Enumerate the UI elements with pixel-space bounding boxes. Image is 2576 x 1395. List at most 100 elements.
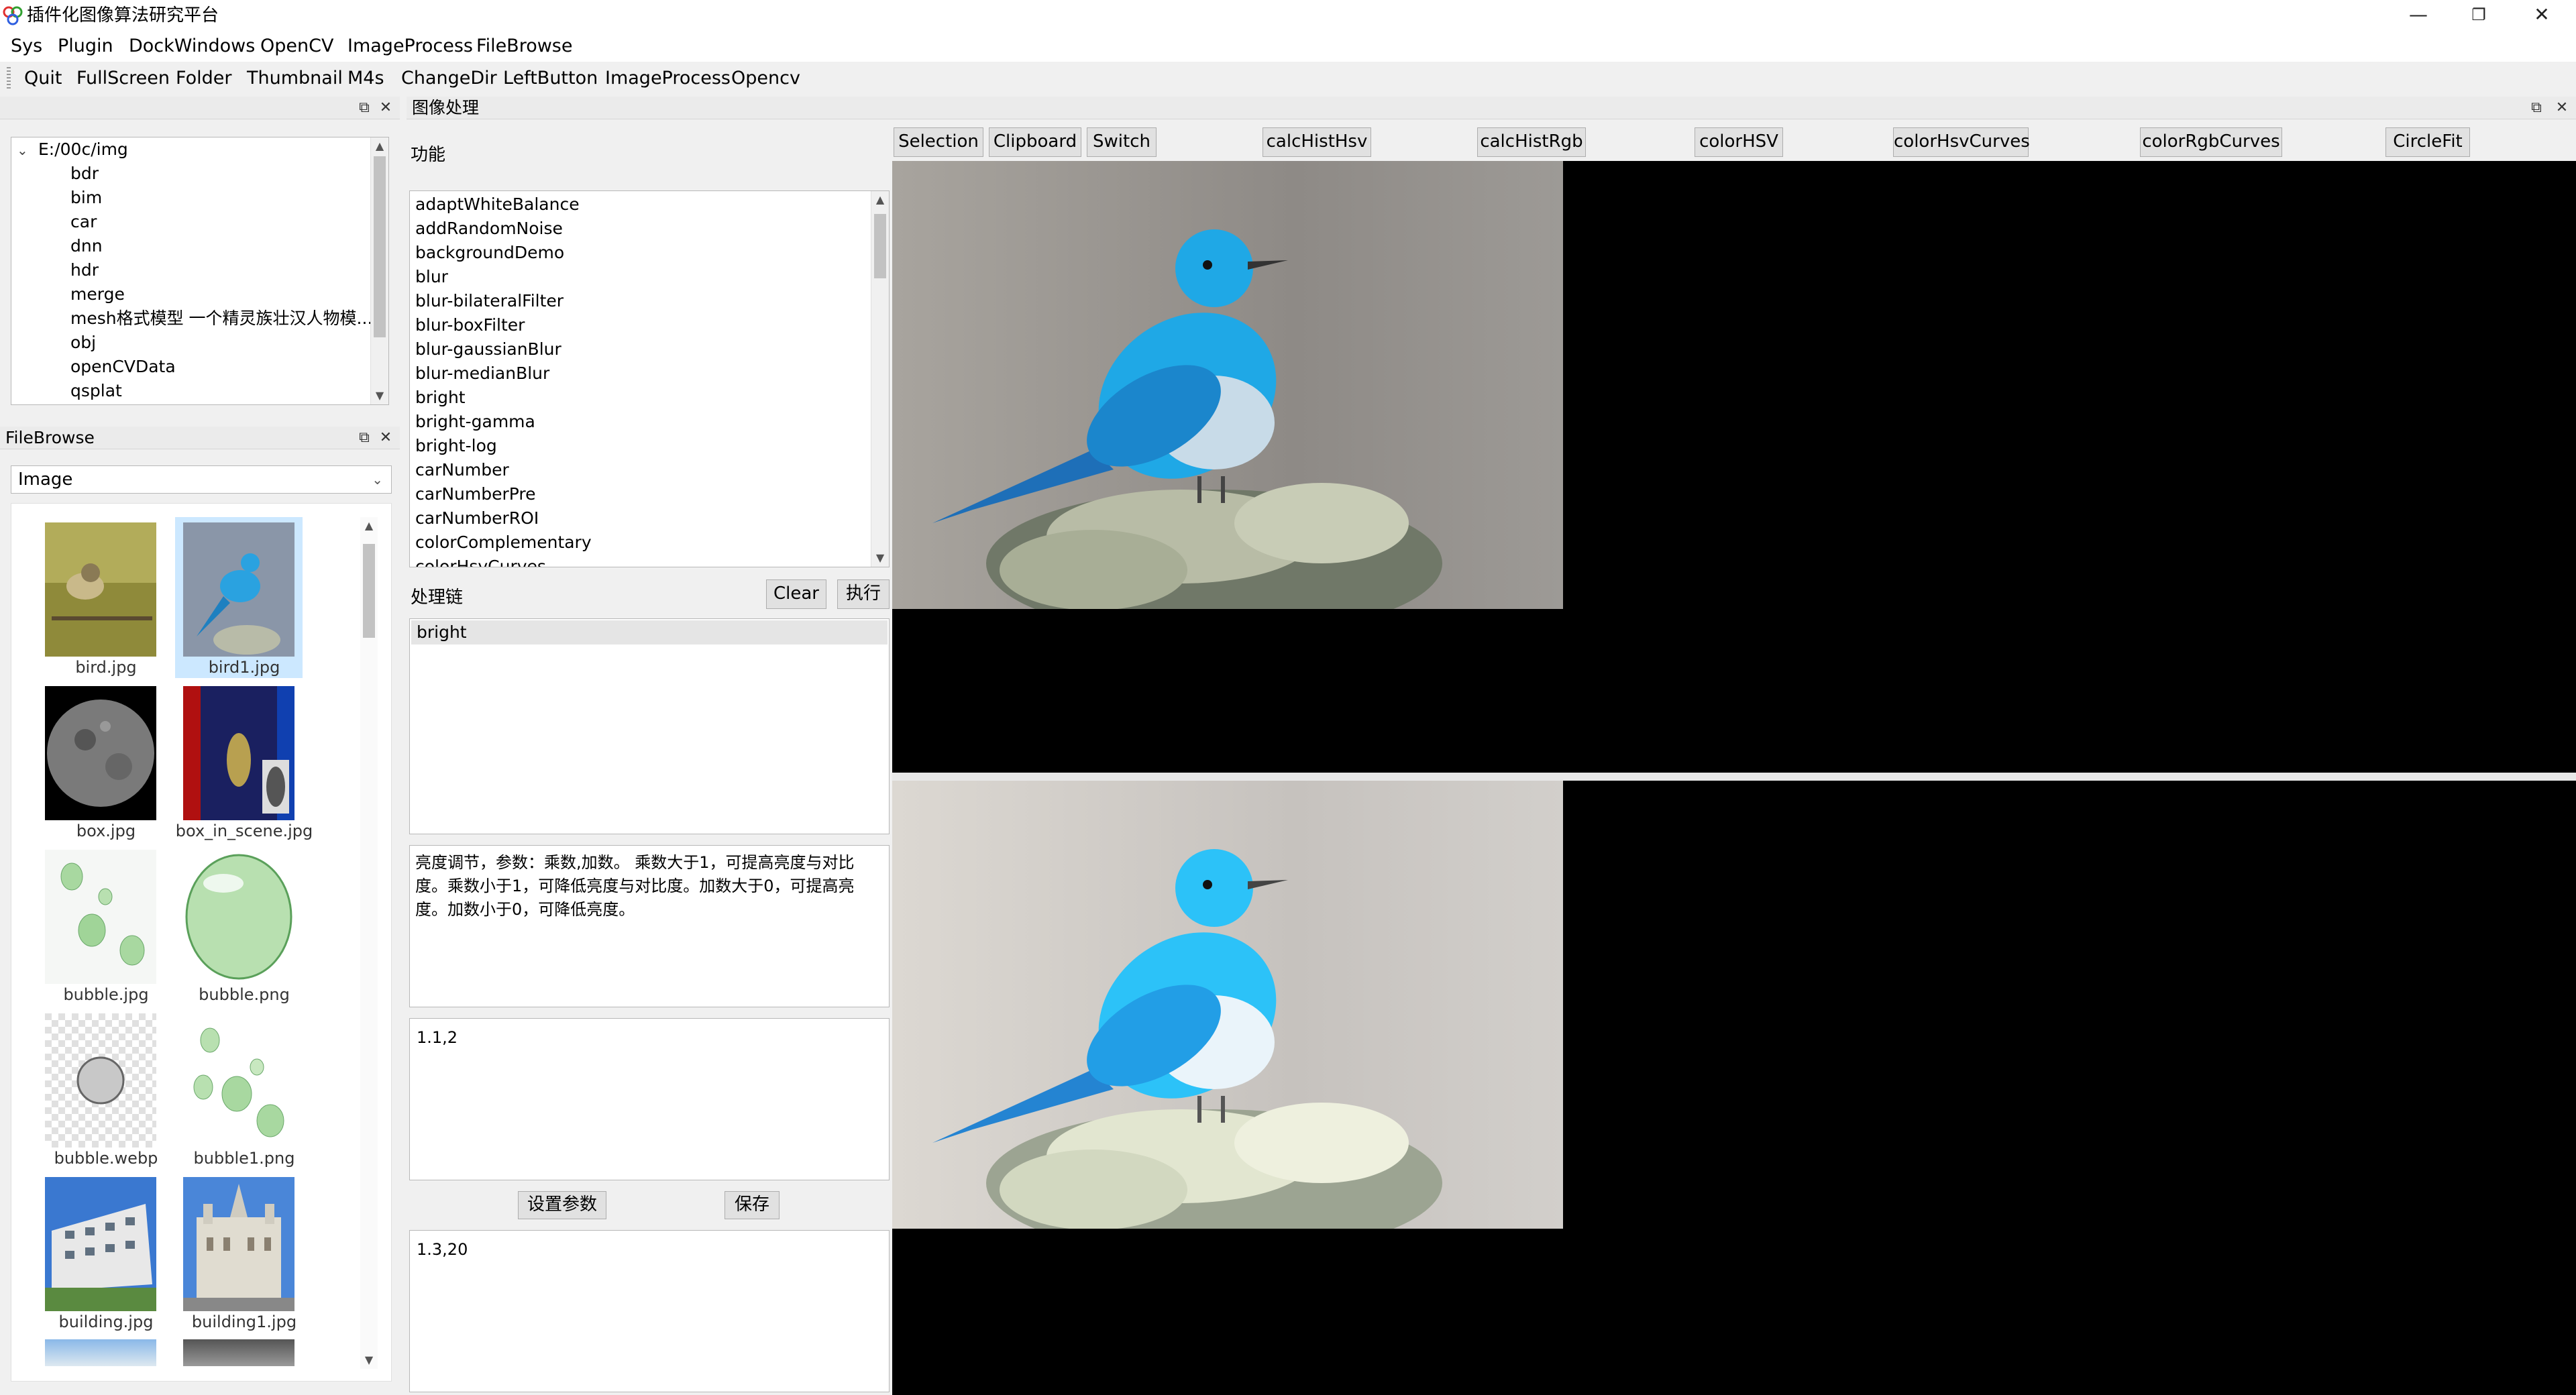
float-dock-icon[interactable]: ⧉ xyxy=(354,97,374,119)
params-input[interactable]: 1.1,2 xyxy=(409,1018,890,1180)
image-viewer[interactable] xyxy=(892,161,2576,1395)
thumb-building1[interactable]: building1.jpg xyxy=(175,1172,297,1333)
processing-chain-list[interactable]: bright xyxy=(409,618,890,834)
chevron-down-icon[interactable]: ⌄ xyxy=(17,138,38,162)
thumb-caption: bubble.webp xyxy=(54,1149,158,1168)
thumb-bubble-jpg[interactable]: bubble.jpg xyxy=(37,844,158,1005)
save-button[interactable]: 保存 xyxy=(724,1191,780,1219)
colorhsv-button[interactable]: colorHSV xyxy=(1695,127,1783,157)
tree-item[interactable]: merge xyxy=(70,282,125,306)
calchistrgb-button[interactable]: calcHistRgb xyxy=(1477,127,1586,157)
tree-item[interactable]: bdr xyxy=(70,162,99,186)
minimize-button[interactable]: — xyxy=(2388,0,2449,31)
menu-dockwindows[interactable]: DockWindows xyxy=(129,31,255,62)
calchisthsv-button[interactable]: calcHistHsv xyxy=(1263,127,1371,157)
tool-fullscreen[interactable]: FullScreen xyxy=(76,64,170,93)
tree-item[interactable]: hdr xyxy=(70,258,99,282)
thumb-bird1-selected[interactable]: bird1.jpg xyxy=(175,517,303,678)
menu-filebrowse[interactable]: FileBrowse xyxy=(476,31,573,62)
float-dock-icon[interactable]: ⧉ xyxy=(2526,97,2546,119)
selection-button[interactable]: Selection xyxy=(894,127,983,157)
switch-button[interactable]: Switch xyxy=(1087,127,1157,157)
chain-item-selected[interactable]: bright xyxy=(411,620,888,645)
tool-opencv[interactable]: Opencv xyxy=(731,64,800,93)
menu-imageprocess[interactable]: ImageProcess xyxy=(347,31,473,62)
circlefit-button[interactable]: CircleFit xyxy=(2385,127,2470,157)
function-item[interactable]: carNumberPre xyxy=(415,482,536,506)
close-dock-icon[interactable]: ✕ xyxy=(376,427,396,449)
set-params-button[interactable]: 设置参数 xyxy=(518,1191,606,1219)
menu-opencv[interactable]: OpenCV xyxy=(260,31,333,62)
scroll-down-icon[interactable]: ▼ xyxy=(360,1351,378,1369)
function-item[interactable]: blur-boxFilter xyxy=(415,313,525,337)
clear-button[interactable]: Clear xyxy=(766,579,826,609)
tree-item[interactable]: bim xyxy=(70,186,102,210)
thumbnail-scrollbar[interactable]: ▲ ▼ xyxy=(360,517,378,1369)
function-item[interactable]: backgroundDemo xyxy=(415,241,564,265)
tree-item[interactable]: qsplat xyxy=(70,379,122,403)
tool-thumbnail[interactable]: Thumbnail xyxy=(247,64,343,93)
colorrgbcurves-button[interactable]: colorRgbCurves xyxy=(2140,127,2282,157)
scroll-thumb[interactable] xyxy=(363,544,375,638)
menu-plugin[interactable]: Plugin xyxy=(58,31,113,62)
scroll-down-icon[interactable]: ▼ xyxy=(871,549,889,567)
tree-item[interactable]: dnn xyxy=(70,234,103,258)
function-item[interactable]: colorComplementary xyxy=(415,531,592,555)
thumb-bubble1-png[interactable]: bubble1.png xyxy=(175,1008,296,1169)
scroll-down-icon[interactable]: ▼ xyxy=(371,387,388,404)
function-item[interactable]: blur-medianBlur xyxy=(415,361,549,386)
function-item[interactable]: blur xyxy=(415,265,448,289)
tool-folder[interactable]: Folder xyxy=(176,64,231,93)
function-list[interactable]: adaptWhiteBalance addRandomNoise backgro… xyxy=(409,190,890,567)
tree-root-row[interactable]: ⌄ E:/00c/img xyxy=(17,137,128,162)
close-window-button[interactable]: ✕ xyxy=(2512,0,2572,31)
function-item[interactable]: colorHsvCurves xyxy=(415,555,546,567)
close-dock-icon[interactable]: ✕ xyxy=(2552,97,2572,119)
file-type-select[interactable]: Image ⌄ xyxy=(11,465,392,494)
tree-item[interactable]: car xyxy=(70,210,97,234)
colorhsvcurves-button[interactable]: colorHsvCurves xyxy=(1893,127,2030,157)
tool-quit[interactable]: Quit xyxy=(24,64,62,93)
restore-button[interactable]: ❐ xyxy=(2449,0,2509,31)
run-button[interactable]: 执行 xyxy=(837,579,890,609)
menu-sys[interactable]: Sys xyxy=(11,31,42,62)
function-item[interactable]: blur-gaussianBlur xyxy=(415,337,561,361)
clipboard-button[interactable]: Clipboard xyxy=(989,127,1081,157)
thumb-box-in-scene[interactable]: box_in_scene.jpg xyxy=(175,681,313,842)
thumb-bubble-png[interactable]: bubble.png xyxy=(175,844,296,1005)
float-dock-icon[interactable]: ⧉ xyxy=(354,427,374,449)
viewer-splitter[interactable] xyxy=(892,773,2576,781)
tree-item[interactable]: openCVData xyxy=(70,355,176,379)
dir-tree[interactable]: ⌄ E:/00c/img bdr bim car dnn hdr merge me… xyxy=(11,137,389,405)
thumb-bubble-webp[interactable]: bubble.webp xyxy=(37,1008,158,1169)
function-list-scrollbar[interactable]: ▲ ▼ xyxy=(871,191,889,567)
function-item[interactable]: bright-log xyxy=(415,434,497,458)
scroll-up-icon[interactable]: ▲ xyxy=(371,137,388,155)
function-item[interactable]: blur-bilateralFilter xyxy=(415,289,564,313)
function-item[interactable]: bright-gamma xyxy=(415,410,535,434)
tool-leftbutton[interactable]: LeftButton xyxy=(503,64,598,93)
tree-item[interactable]: mesh格式模型 一个精灵族壮汉人物模... xyxy=(70,306,372,331)
scroll-up-icon[interactable]: ▲ xyxy=(871,191,889,209)
tool-m4s[interactable]: M4s xyxy=(347,64,384,93)
function-item[interactable]: carNumber xyxy=(415,458,509,482)
thumbnail-image xyxy=(45,686,156,820)
thumbnail-partial xyxy=(45,1339,156,1366)
thumb-box[interactable]: box.jpg xyxy=(37,681,158,842)
toolbar-grip[interactable] xyxy=(7,67,11,90)
dir-tree-scrollbar[interactable]: ▲ ▼ xyxy=(370,137,388,404)
thumb-building[interactable]: building.jpg xyxy=(37,1172,158,1333)
scroll-thumb[interactable] xyxy=(874,214,886,278)
function-item[interactable]: carNumberROI xyxy=(415,506,539,531)
tree-item[interactable]: obj xyxy=(70,331,96,355)
tool-changedir[interactable]: ChangeDir xyxy=(401,64,497,93)
function-item[interactable]: addRandomNoise xyxy=(415,217,563,241)
tool-imageprocess[interactable]: ImageProcess xyxy=(605,64,731,93)
close-dock-icon[interactable]: ✕ xyxy=(376,97,396,119)
function-item[interactable]: bright xyxy=(415,386,466,410)
params-saved-box[interactable]: 1.3,20 xyxy=(409,1230,890,1392)
function-item[interactable]: adaptWhiteBalance xyxy=(415,192,580,217)
thumb-bird[interactable]: bird.jpg xyxy=(37,517,158,678)
scroll-up-icon[interactable]: ▲ xyxy=(360,517,378,535)
scroll-thumb[interactable] xyxy=(374,156,386,337)
